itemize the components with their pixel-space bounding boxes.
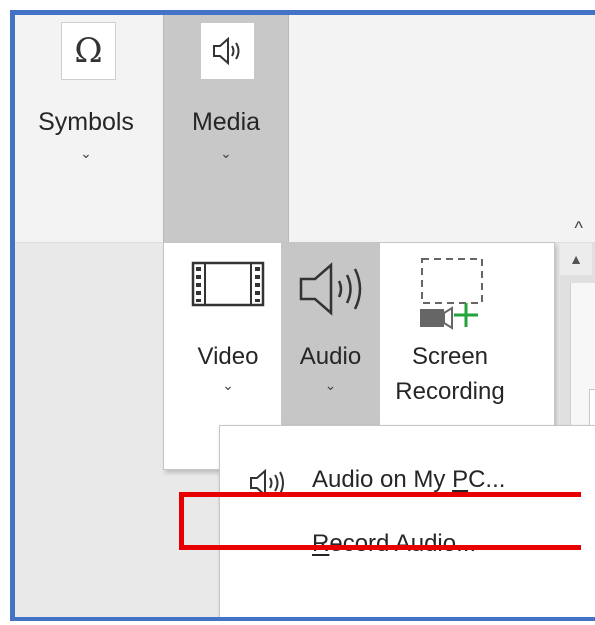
chevron-down-icon: ⌄ [220,145,232,161]
ribbon: Ω Symbols ⌄ Media ⌄ ^ [15,15,595,245]
chevron-down-icon: ⌄ [222,377,234,393]
chevron-down-icon: ⌄ [324,377,337,393]
screen-recording-label-line2: Recording [395,378,505,405]
screen-recording-label: Screen Recording [384,339,516,409]
video-label: Video [197,343,259,370]
audio-label: Audio [299,343,362,370]
symbols-button[interactable]: Ω Symbols ⌄ [23,15,149,242]
scroll-up-arrow-icon[interactable]: ▲ [560,243,592,275]
film-icon [182,257,274,327]
omega-icon: Ω [61,22,116,80]
media-label: Media [191,108,261,136]
video-button[interactable]: Video ⌄ [182,243,274,425]
screen-recording-label-line1: Screen [411,343,489,370]
chevron-down-icon: ⌄ [80,145,92,161]
audio-on-my-pc-label: Audio on My PC... [312,466,506,493]
audio-button[interactable]: Audio ⌄ [281,243,380,428]
record-audio-highlight [179,492,581,550]
collapse-ribbon-icon[interactable]: ^ [575,218,583,239]
speaker-icon [200,22,255,80]
speaker-icon [281,257,380,327]
screen-record-icon [384,257,516,330]
symbols-label: Symbols [38,108,134,136]
media-button[interactable]: Media ⌄ [163,15,289,245]
screen-recording-button[interactable]: Screen Recording [384,243,516,425]
